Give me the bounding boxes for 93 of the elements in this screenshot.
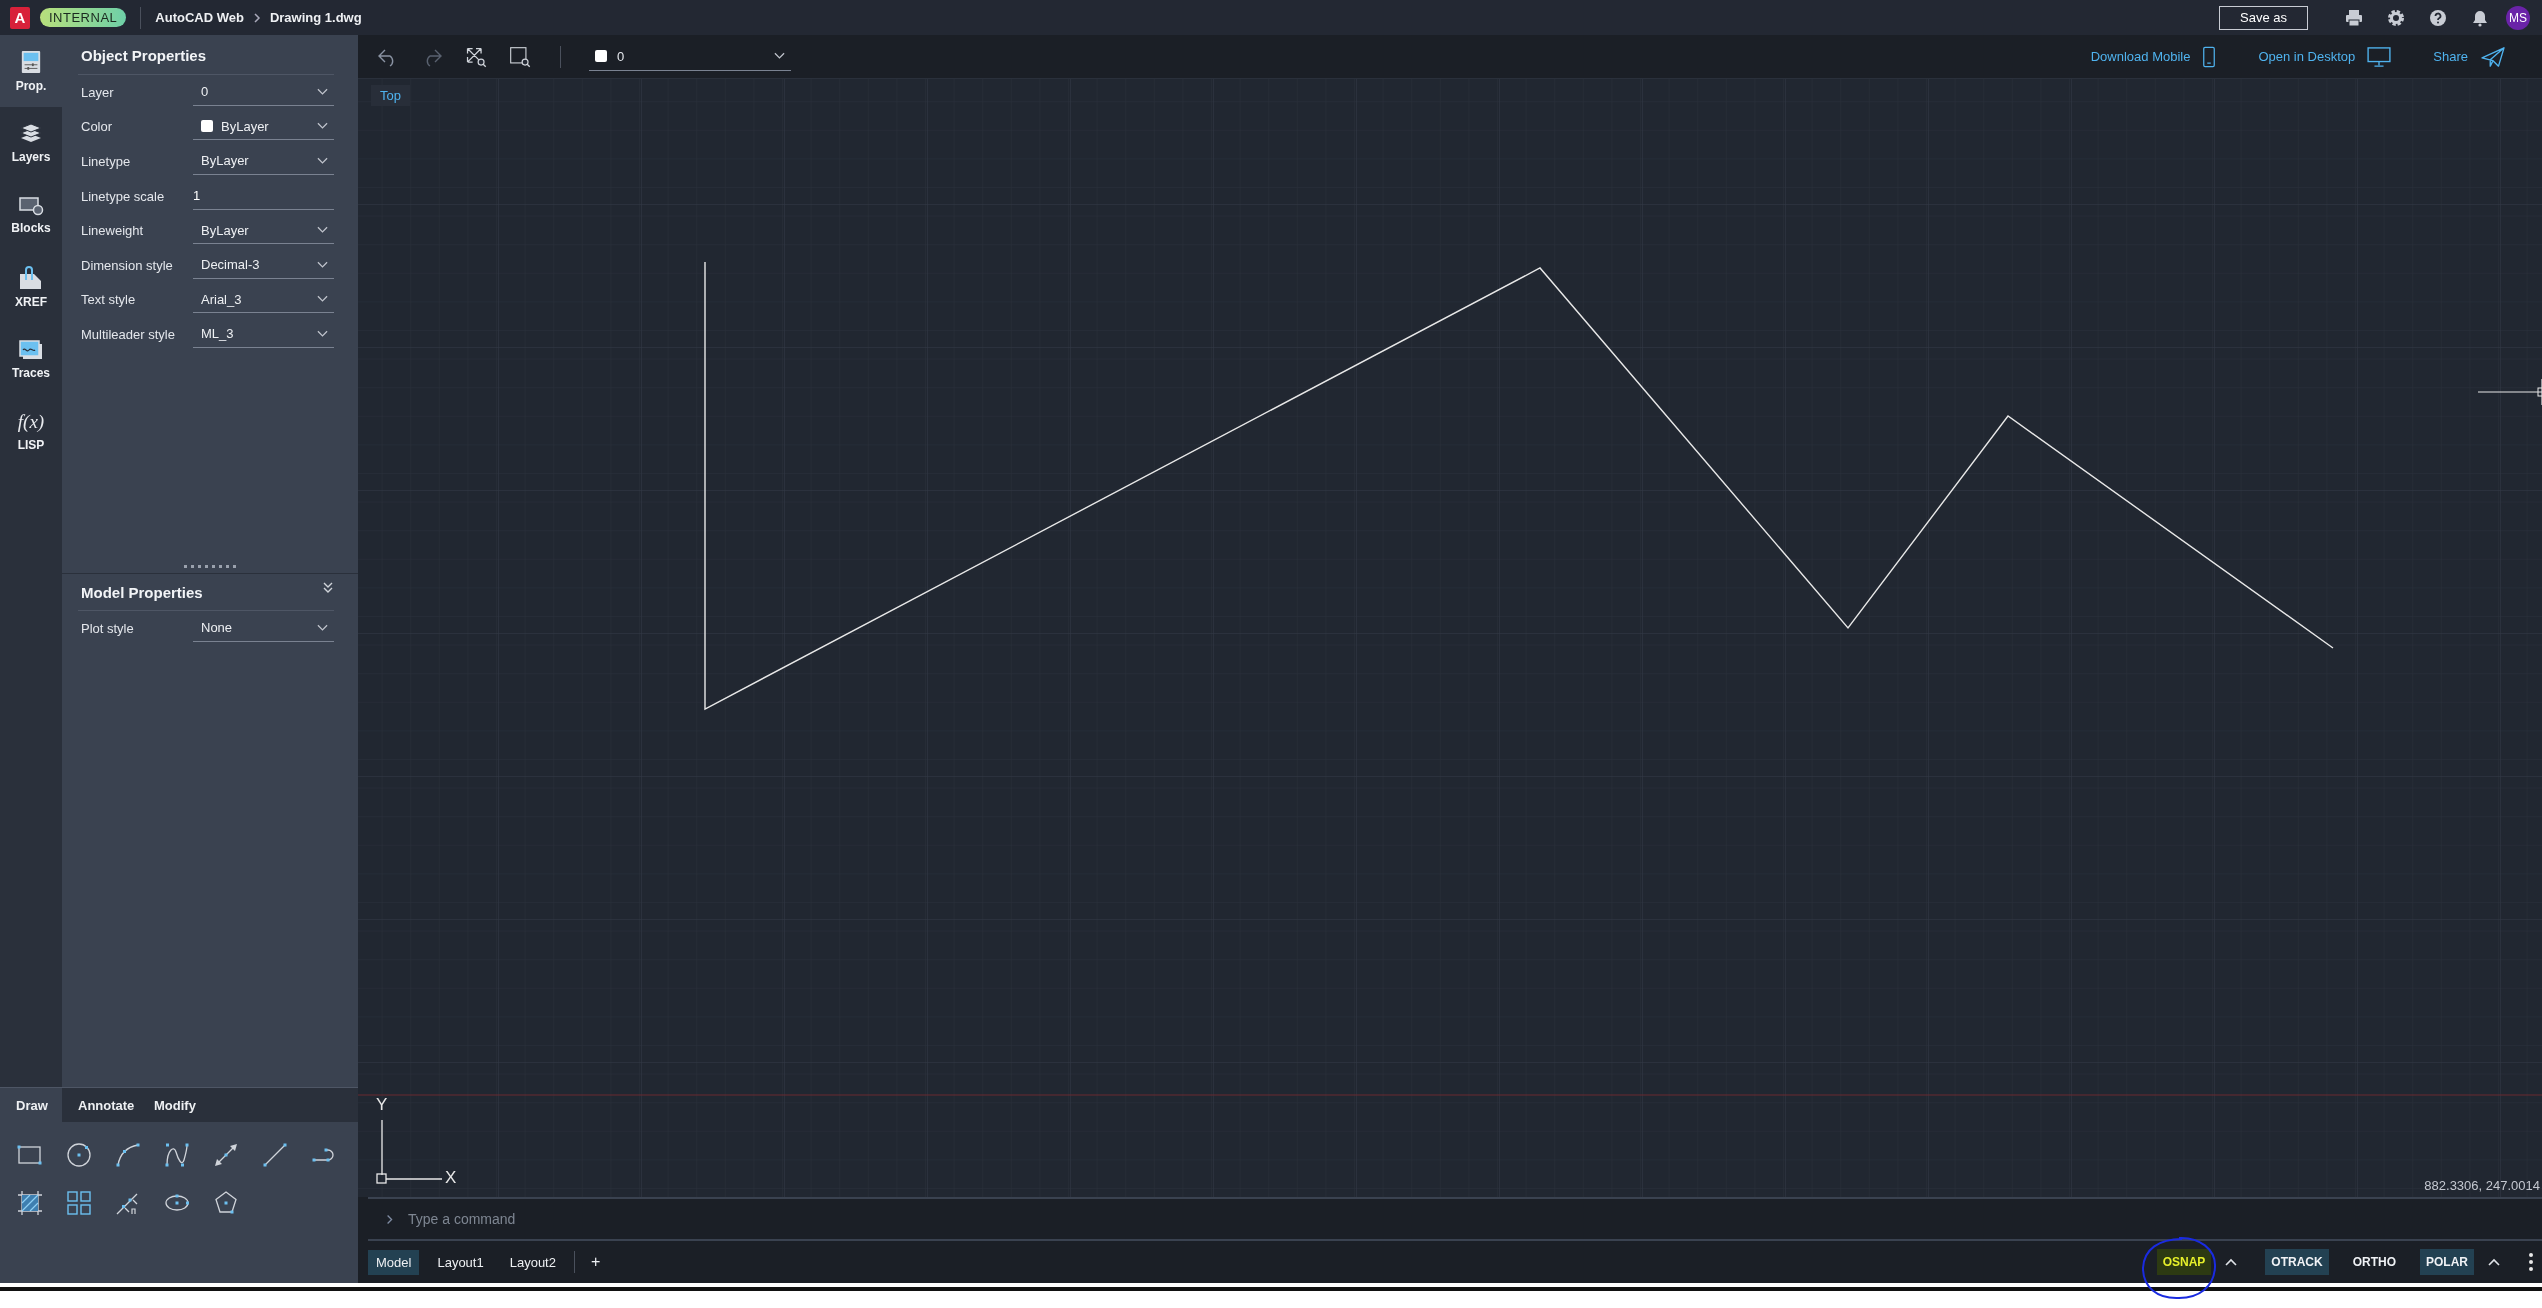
property-label: Dimension style [81,257,174,273]
axis-label: Y [376,1095,388,1115]
panel-title: Model Properties [80,583,203,601]
axis-label: X [445,1168,457,1188]
double-arrow-icon[interactable] [213,1142,239,1168]
monitor-icon [2367,46,2392,67]
circle-icon[interactable] [66,1142,92,1168]
property-input[interactable]: 1 [193,182,334,210]
sidebar-tab[interactable]: Prop. [0,35,62,107]
app-logo[interactable]: A [10,6,30,29]
sidebar-tab[interactable]: Traces [0,323,62,395]
property-label: Linetype [81,154,132,169]
cursor-crosshair [2477,378,2542,406]
sidebar-tab[interactable]: f(x) LISP [0,395,62,467]
property-dropdown[interactable]: 0 [193,78,334,106]
tool-tab[interactable]: Annotate [62,1088,138,1122]
toolbar-link[interactable]: Share [2433,49,2468,64]
property-label: Multileader style [81,326,176,342]
collapse-icon[interactable] [322,580,334,595]
tool-tab[interactable]: Draw [0,1088,62,1122]
panel-title: Object Properties [78,35,334,75]
sidebar-tab[interactable]: Blocks [0,179,62,251]
array-icon[interactable] [66,1190,92,1216]
polygon-icon[interactable] [213,1190,239,1216]
layout-tab[interactable]: Model [368,1249,420,1275]
paperclip-document-icon [18,265,44,290]
property-dropdown[interactable]: ByLayer [193,148,334,175]
command-input[interactable]: Type a command [406,1210,2542,1228]
chevron-down-icon [317,295,328,304]
file-name: Drawing 1.dwg [269,10,362,25]
status-toggle[interactable]: OSNAP [2156,1249,2212,1275]
property-dropdown[interactable]: ML_3 [193,320,334,348]
paper-plane-icon [2480,45,2506,68]
internal-badge: INTERNAL [40,8,127,27]
property-label: Color [81,119,114,135]
blocks-icon [18,195,44,216]
layout-tab[interactable]: Layout2 [501,1249,564,1275]
chevron-down-icon [317,226,328,235]
property-dropdown[interactable]: Decimal-3 [193,251,334,279]
property-dropdown[interactable]: ByLayer [193,217,334,245]
user-avatar[interactable]: MS [2506,5,2530,30]
property-dropdown[interactable]: None [193,614,334,642]
chevron-right-icon [386,1213,394,1225]
hatch-icon[interactable] [17,1190,43,1216]
chevron-down-icon [317,623,328,632]
status-toggle[interactable]: ORTHO [2346,1249,2402,1275]
settings-icon[interactable] [2386,7,2406,28]
chevron-down-icon [317,122,328,131]
chevron-down-icon [317,260,328,269]
property-label: Linetype scale [81,188,166,204]
more-options-icon[interactable] [2528,1252,2534,1272]
spline-icon[interactable] [164,1142,190,1168]
properties-icon [20,49,42,74]
chevron-down-icon [317,157,328,165]
color-swatch-icon [201,120,213,133]
layers-icon [19,122,43,145]
status-toggle[interactable]: POLAR [2420,1249,2474,1275]
caret-up-icon[interactable] [2225,1258,2238,1266]
sidebar-tab[interactable]: XREF [0,251,62,323]
property-label: Plot style [81,620,135,636]
layout-tab[interactable]: Layout1 [429,1249,492,1275]
property-dropdown[interactable]: Arial_3 [193,286,334,314]
tool-tab[interactable]: Modify [138,1088,214,1122]
view-label[interactable]: Top [371,85,410,106]
print-icon[interactable] [2344,7,2364,28]
property-label: Layer [81,84,115,100]
app-name[interactable]: AutoCAD Web [155,10,244,25]
property-label: Text style [81,292,137,308]
zoom-extents-icon[interactable] [464,45,488,68]
phone-icon [2202,45,2217,68]
property-label: Lineweight [81,223,145,239]
chevron-right-icon [251,12,262,23]
toolbar-link[interactable]: Open in Desktop [2258,49,2356,64]
function-icon: f(x) [17,410,45,433]
color-swatch-icon [595,50,607,62]
chevron-down-icon [774,52,785,60]
ucs-axis-drawing [376,1119,443,1184]
status-toggle[interactable]: OTRACK [2265,1249,2329,1275]
traces-icon [18,338,44,361]
help-icon[interactable] [2428,7,2448,28]
cursor-coordinates: 882.3306, 247.0014 [2424,1178,2540,1193]
chevron-down-icon [317,87,328,96]
zoom-window-icon[interactable] [508,45,532,68]
chevron-down-icon [317,329,328,338]
sidebar-tab[interactable]: Layers [0,107,62,179]
line-icon[interactable] [262,1142,288,1168]
add-layout-button[interactable]: + [584,1253,607,1271]
property-dropdown[interactable]: ByLayer [193,113,334,141]
toolbar-link[interactable]: Download Mobile [2090,49,2191,64]
caret-up-icon[interactable] [2488,1258,2500,1266]
layer-dropdown[interactable]: 0 [589,42,791,71]
arc-icon[interactable] [115,1142,141,1168]
save-as-button[interactable]: Save as [2219,5,2308,30]
